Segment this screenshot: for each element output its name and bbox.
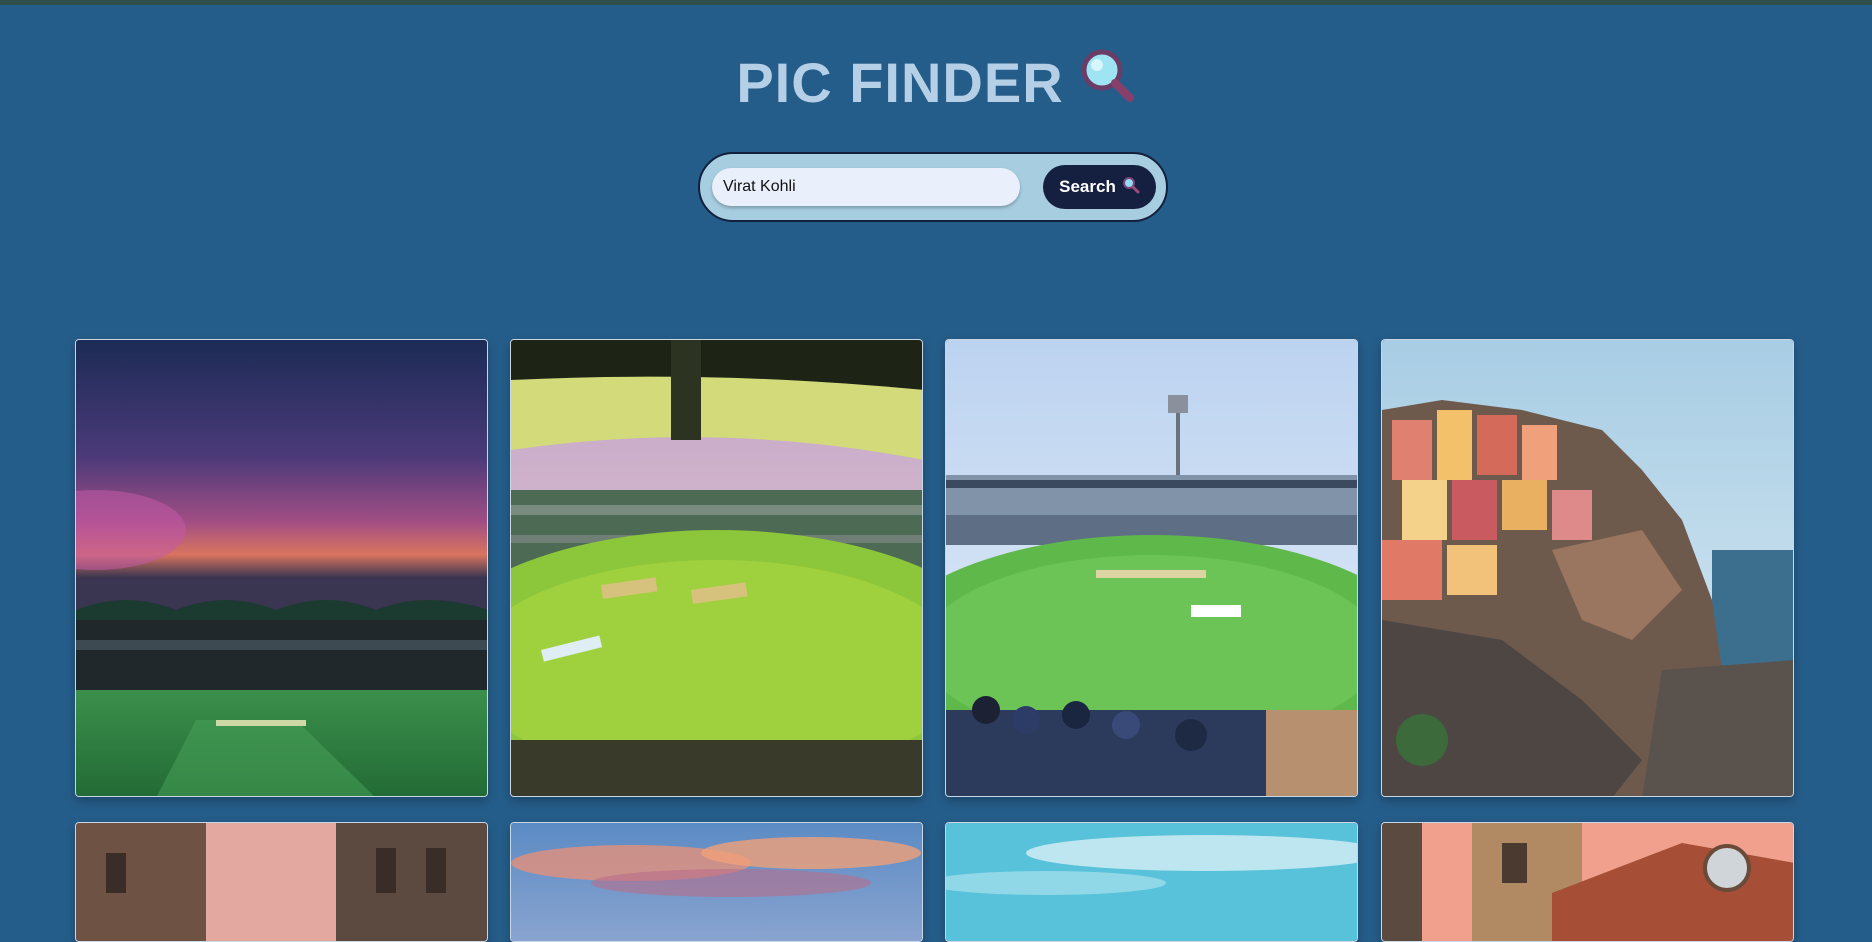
search-button-label: Search (1059, 177, 1116, 196)
result-image-6[interactable] (510, 822, 923, 942)
search-button[interactable]: Search (1043, 165, 1156, 209)
search-input[interactable] (712, 168, 1020, 206)
result-image-3[interactable] (945, 339, 1358, 797)
magnifier-icon (1078, 46, 1136, 120)
page-title: PIC FINDER (0, 48, 1872, 120)
result-image-5[interactable] (75, 822, 488, 942)
result-image-1[interactable] (75, 339, 488, 797)
result-image-8[interactable] (1381, 822, 1794, 942)
result-image-7[interactable] (945, 822, 1358, 942)
magnifier-icon (1122, 176, 1140, 199)
search-bar: Search (698, 152, 1168, 222)
result-image-4[interactable] (1381, 339, 1794, 797)
result-image-2[interactable] (510, 339, 923, 797)
title-text: PIC FINDER (736, 51, 1064, 114)
top-bar (0, 0, 1872, 5)
